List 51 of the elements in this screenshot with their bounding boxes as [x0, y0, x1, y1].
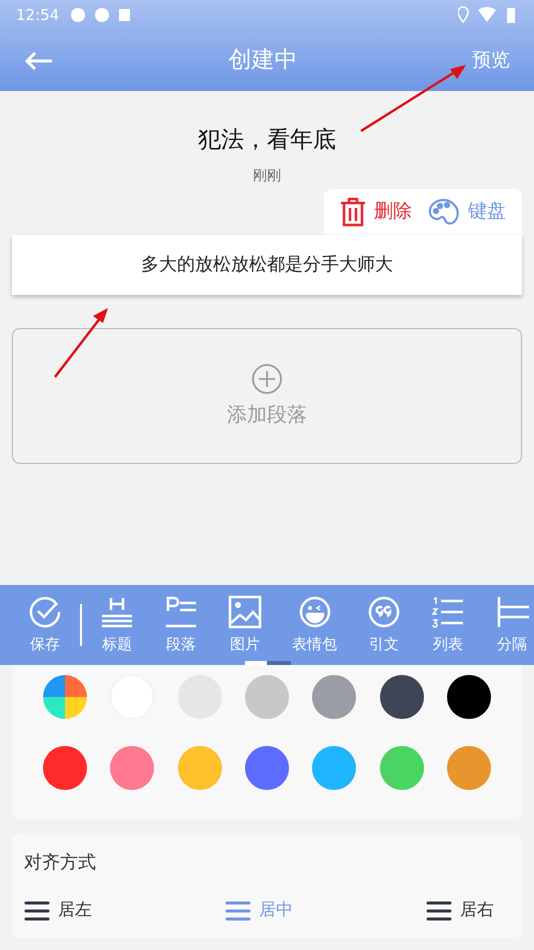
smiley-icon — [298, 594, 332, 629]
toolbar-button[interactable]: 引文 — [367, 594, 401, 656]
color-swatch[interactable] — [447, 675, 492, 719]
align-lines-icon — [225, 900, 251, 921]
status-time: 12:54 — [16, 4, 60, 26]
color-swatch[interactable] — [110, 746, 154, 790]
quote-icon — [367, 594, 401, 629]
delete-button[interactable]: 删除 — [340, 196, 412, 226]
article-time: 刚刚 — [253, 166, 281, 186]
toolbar-button[interactable]: 列表 — [431, 594, 465, 656]
toolbar-button[interactable]: 表情包 — [292, 594, 337, 656]
app-bar-title: 创建中 — [228, 46, 298, 76]
trash-icon — [340, 196, 366, 226]
divider-icon — [495, 594, 529, 629]
color-swatch[interactable] — [380, 746, 424, 790]
paragraph-icon — [164, 594, 198, 629]
toolbar-button[interactable]: 分隔 — [495, 594, 529, 656]
app-notification-icon — [71, 8, 86, 22]
check-circle-icon — [28, 594, 62, 629]
image-icon — [228, 594, 262, 629]
toolbar-button[interactable]: 标题 — [100, 594, 134, 656]
add-paragraph-button[interactable]: 添加段落 — [12, 328, 522, 464]
plus-circle-icon — [251, 362, 283, 394]
align-lines-icon — [426, 900, 452, 921]
numbered-list-icon — [431, 594, 465, 629]
align-lines-icon — [24, 900, 50, 921]
color-swatch[interactable] — [244, 746, 289, 790]
color-swatch[interactable] — [178, 746, 222, 790]
alignment-option[interactable]: 居左 — [24, 898, 92, 924]
alignment-title: 对齐方式 — [24, 851, 97, 875]
color-wheel-swatch[interactable] — [42, 675, 87, 719]
color-swatch[interactable] — [380, 675, 424, 719]
keyboard-button[interactable]: 键盘 — [428, 197, 506, 226]
color-swatch[interactable] — [312, 746, 356, 790]
alignment-option[interactable]: 居右 — [426, 898, 494, 924]
palette-icon — [428, 198, 460, 226]
color-swatch[interactable] — [42, 746, 87, 790]
status-icons — [458, 6, 518, 24]
preview-button[interactable]: 预览 — [472, 46, 510, 75]
app-notification-icon — [119, 9, 130, 21]
color-swatch[interactable] — [244, 675, 289, 719]
toolbar-button[interactable]: 段落 — [164, 594, 198, 656]
toolbar-button[interactable]: 保存 — [28, 594, 62, 656]
back-arrow-icon[interactable] — [24, 50, 54, 70]
paragraph-card[interactable]: 多大的放松放松都是分手大师大 — [12, 234, 522, 294]
app-notification-icon — [95, 8, 110, 22]
alignment-option[interactable]: 居中 — [225, 898, 293, 924]
color-swatch[interactable] — [447, 746, 492, 790]
article-title: 犯法，看年底 — [198, 126, 336, 155]
toolbar-button[interactable]: 图片 — [228, 594, 262, 656]
color-swatch[interactable] — [312, 675, 356, 719]
